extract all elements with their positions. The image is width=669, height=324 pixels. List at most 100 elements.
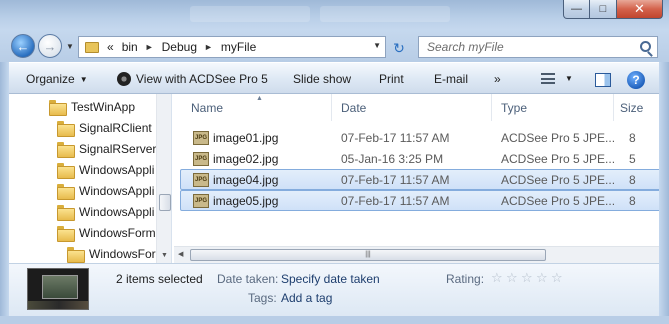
background-window-ghost bbox=[320, 6, 450, 22]
file-size: 5 bbox=[629, 152, 636, 166]
file-date: 07-Feb-17 11:57 AM bbox=[341, 194, 450, 208]
rating-label: Rating: bbox=[446, 272, 485, 286]
tags-label: Tags: bbox=[248, 291, 277, 305]
column-header-label: Size bbox=[620, 100, 644, 115]
email-button[interactable]: E-mail bbox=[434, 72, 468, 86]
forward-button[interactable]: → bbox=[38, 34, 62, 58]
folder-icon bbox=[67, 246, 85, 263]
print-button[interactable]: Print bbox=[379, 72, 404, 86]
view-with-acdsee-button[interactable]: View with ACDSee Pro 5 bbox=[117, 72, 268, 86]
column-header-date[interactable]: Date bbox=[332, 94, 492, 121]
details-pane: 2 items selected Date taken: Specify dat… bbox=[9, 263, 659, 316]
file-name: image01.jpg bbox=[213, 131, 279, 145]
change-view-icon[interactable] bbox=[541, 73, 555, 84]
file-date: 07-Feb-17 11:57 AM bbox=[341, 131, 450, 145]
title-bar: — □ ✕ bbox=[0, 0, 669, 30]
view-with-label: View with ACDSee Pro 5 bbox=[136, 72, 268, 86]
tree-item-label: WindowsFor bbox=[89, 246, 156, 261]
organize-label: Organize bbox=[26, 72, 75, 86]
tree-item-windowsappli-2[interactable]: WindowsAppli bbox=[57, 180, 154, 201]
preview-pane-icon[interactable] bbox=[595, 73, 611, 87]
tree-item-windowsappli-1[interactable]: WindowsAppli bbox=[57, 159, 154, 180]
folder-icon bbox=[85, 41, 99, 53]
file-type: ACDSee Pro 5 JPE... bbox=[501, 194, 616, 208]
star-icon[interactable]: ☆ bbox=[506, 271, 519, 284]
tree-item-label: WindowsForm bbox=[79, 225, 156, 240]
search-icon[interactable] bbox=[640, 41, 651, 52]
scrollbar-thumb[interactable]: ||| bbox=[190, 249, 546, 261]
star-icon[interactable]: ☆ bbox=[491, 271, 504, 284]
star-icon[interactable]: ☆ bbox=[521, 271, 534, 284]
acdsee-icon bbox=[117, 72, 131, 86]
address-bar[interactable]: « bin ► Debug ► myFile ▼ bbox=[78, 36, 386, 58]
scroll-down-icon[interactable]: ▼ bbox=[161, 252, 168, 259]
scroll-left-icon[interactable]: ◀ bbox=[178, 250, 183, 258]
file-size: 8 bbox=[629, 131, 636, 145]
tree-item-label: WindowsAppli bbox=[79, 204, 155, 219]
file-row[interactable]: JPG image05.jpg 07-Feb-17 11:57 AM ACDSe… bbox=[180, 190, 659, 211]
tree-item-windowsform[interactable]: WindowsForm bbox=[57, 222, 156, 243]
file-name: image02.jpg bbox=[213, 152, 279, 166]
breadcrumb-bin[interactable]: bin bbox=[122, 40, 138, 54]
file-name: image05.jpg bbox=[213, 194, 279, 208]
file-row[interactable]: JPG image02.jpg 05-Jan-16 3:25 PM ACDSee… bbox=[180, 148, 659, 169]
tree-item-label: WindowsAppli bbox=[79, 183, 155, 198]
rating-stars[interactable]: ☆ ☆ ☆ ☆ ☆ bbox=[491, 271, 566, 284]
breadcrumb-separator-icon[interactable]: ► bbox=[145, 42, 154, 52]
file-list-horizontal-scrollbar[interactable]: ◀ ||| bbox=[174, 246, 659, 263]
tree-item-windowsappli-3[interactable]: WindowsAppli bbox=[57, 201, 154, 222]
file-row[interactable]: JPG image04.jpg 07-Feb-17 11:57 AM ACDSe… bbox=[180, 169, 659, 190]
file-row[interactable]: JPG image01.jpg 07-Feb-17 11:57 AM ACDSe… bbox=[180, 127, 659, 148]
breadcrumb-debug[interactable]: Debug bbox=[162, 40, 197, 54]
search-box bbox=[418, 36, 658, 58]
breadcrumb-separator-icon[interactable]: ► bbox=[204, 42, 213, 52]
close-button[interactable]: ✕ bbox=[617, 0, 663, 19]
address-dropdown-chevron-down-icon[interactable]: ▼ bbox=[373, 41, 381, 50]
command-toolbar: Organize ▼ View with ACDSee Pro 5 Slide s… bbox=[9, 62, 659, 94]
column-header-name[interactable]: Name ▲ bbox=[174, 94, 332, 121]
star-icon[interactable]: ☆ bbox=[551, 271, 564, 284]
maximize-button[interactable]: □ bbox=[590, 0, 617, 19]
jpg-file-icon: JPG bbox=[193, 173, 209, 187]
folder-icon bbox=[57, 141, 75, 158]
slide-show-button[interactable]: Slide show bbox=[293, 72, 351, 86]
date-taken-label: Date taken: bbox=[217, 272, 279, 286]
column-header-label: Type bbox=[501, 100, 528, 115]
view-options-chevron-down-icon[interactable]: ▼ bbox=[565, 74, 573, 83]
window-frame-right bbox=[659, 62, 669, 324]
column-header-size[interactable]: Size bbox=[614, 94, 659, 121]
tree-item-testwinapp[interactable]: TestWinApp bbox=[49, 96, 135, 117]
column-header-type[interactable]: Type bbox=[492, 94, 614, 121]
file-type: ACDSee Pro 5 JPE... bbox=[501, 152, 616, 166]
more-commands-button[interactable]: » bbox=[494, 72, 501, 86]
file-type: ACDSee Pro 5 JPE... bbox=[501, 173, 616, 187]
star-icon[interactable]: ☆ bbox=[536, 271, 549, 284]
minimize-button[interactable]: — bbox=[563, 0, 590, 19]
scrollbar-thumb[interactable] bbox=[159, 194, 171, 211]
folder-icon bbox=[57, 225, 75, 242]
file-date: 05-Jan-16 3:25 PM bbox=[341, 152, 444, 166]
file-size: 8 bbox=[629, 194, 636, 208]
tree-item-signalrclient[interactable]: SignalRClient bbox=[57, 117, 152, 138]
tree-item-label: SignalRClient bbox=[79, 120, 152, 135]
recent-pages-chevron-down-icon[interactable]: ▼ bbox=[66, 42, 74, 51]
file-size: 8 bbox=[629, 173, 636, 187]
jpg-file-icon: JPG bbox=[193, 152, 209, 166]
breadcrumb-overflow[interactable]: « bbox=[107, 40, 114, 54]
jpg-file-icon: JPG bbox=[193, 131, 209, 145]
help-icon[interactable]: ? bbox=[627, 71, 645, 89]
window-frame-left bbox=[0, 62, 9, 324]
file-name: image04.jpg bbox=[213, 173, 279, 187]
tags-field[interactable]: Add a tag bbox=[281, 291, 332, 305]
refresh-icon[interactable]: ↻ bbox=[390, 40, 408, 56]
navigation-scrollbar[interactable]: ▼ bbox=[156, 94, 171, 263]
tree-item-windowsfor[interactable]: WindowsFor bbox=[67, 243, 156, 263]
jpg-file-icon: JPG bbox=[193, 194, 209, 208]
date-taken-field[interactable]: Specify date taken bbox=[281, 272, 380, 286]
back-button[interactable]: ← bbox=[11, 34, 35, 58]
breadcrumb-myfile[interactable]: myFile bbox=[221, 40, 256, 54]
search-input[interactable] bbox=[419, 37, 629, 57]
file-type: ACDSee Pro 5 JPE... bbox=[501, 131, 616, 145]
organize-button[interactable]: Organize ▼ bbox=[26, 72, 88, 86]
tree-item-signalrserver[interactable]: SignalRServer bbox=[57, 138, 156, 159]
